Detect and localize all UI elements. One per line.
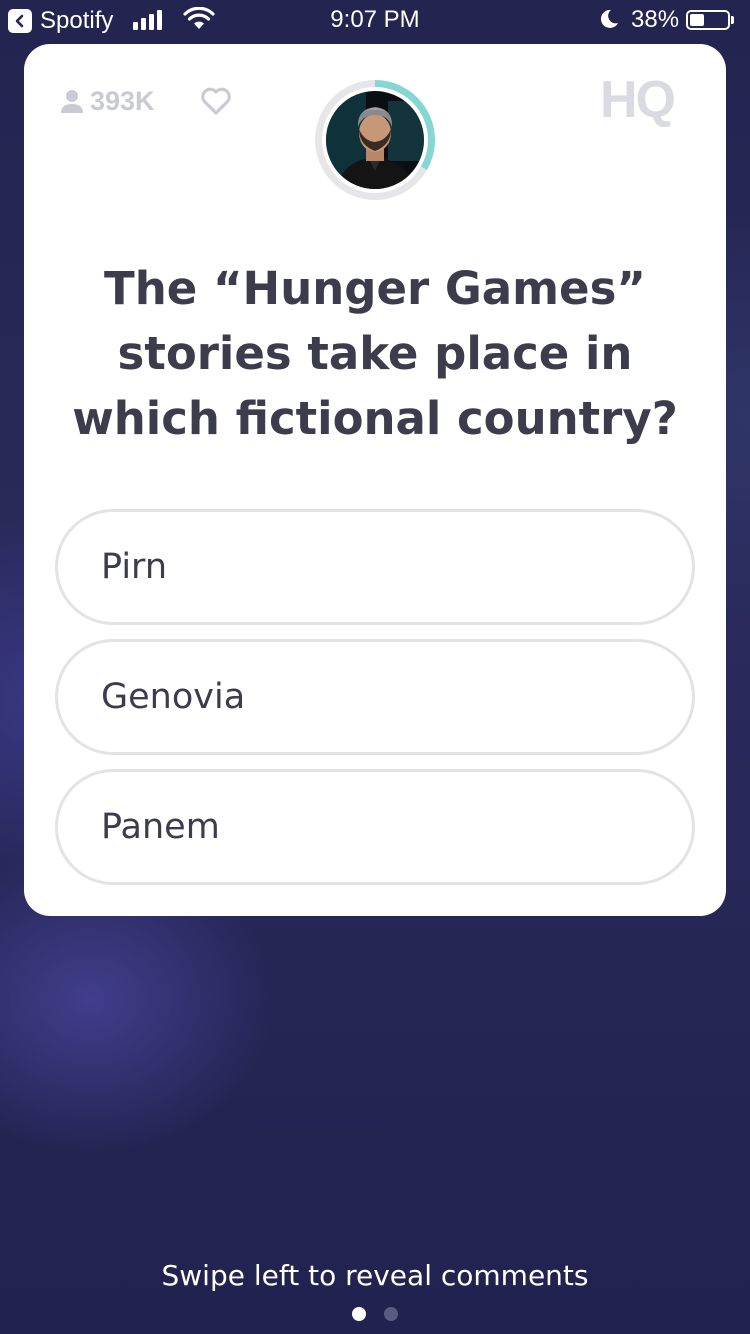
person-icon [61,89,83,113]
battery-icon [686,10,730,30]
viewer-count: 393K [60,86,155,117]
answer-option-1[interactable]: Pirn [55,509,695,625]
swipe-hint: Swipe left to reveal comments [161,1259,589,1292]
host-photo [326,91,424,189]
heart-icon[interactable] [200,86,232,116]
host-avatar-inner [322,87,428,193]
viewer-count-label: 393K [90,86,155,116]
page-indicator[interactable] [0,1307,750,1321]
page-dot-2[interactable] [384,1307,398,1321]
status-bar: Spotify 9:07 PM 38% [0,0,750,40]
battery-level [690,14,704,26]
page-dot-1[interactable] [352,1307,366,1321]
answer-option-3[interactable]: Panem [55,769,695,885]
question-card: 393K HQ The “Hunger Games” stories take … [24,44,726,916]
battery-percentage: 38% [631,6,680,33]
answer-option-2[interactable]: Genovia [55,639,695,755]
battery-tip [731,16,734,24]
question-text: The “Hunger Games” stories take place in… [72,262,678,445]
do-not-disturb-moon-icon [600,9,618,28]
hq-logo: HQ [600,71,676,129]
host-avatar [315,80,435,200]
